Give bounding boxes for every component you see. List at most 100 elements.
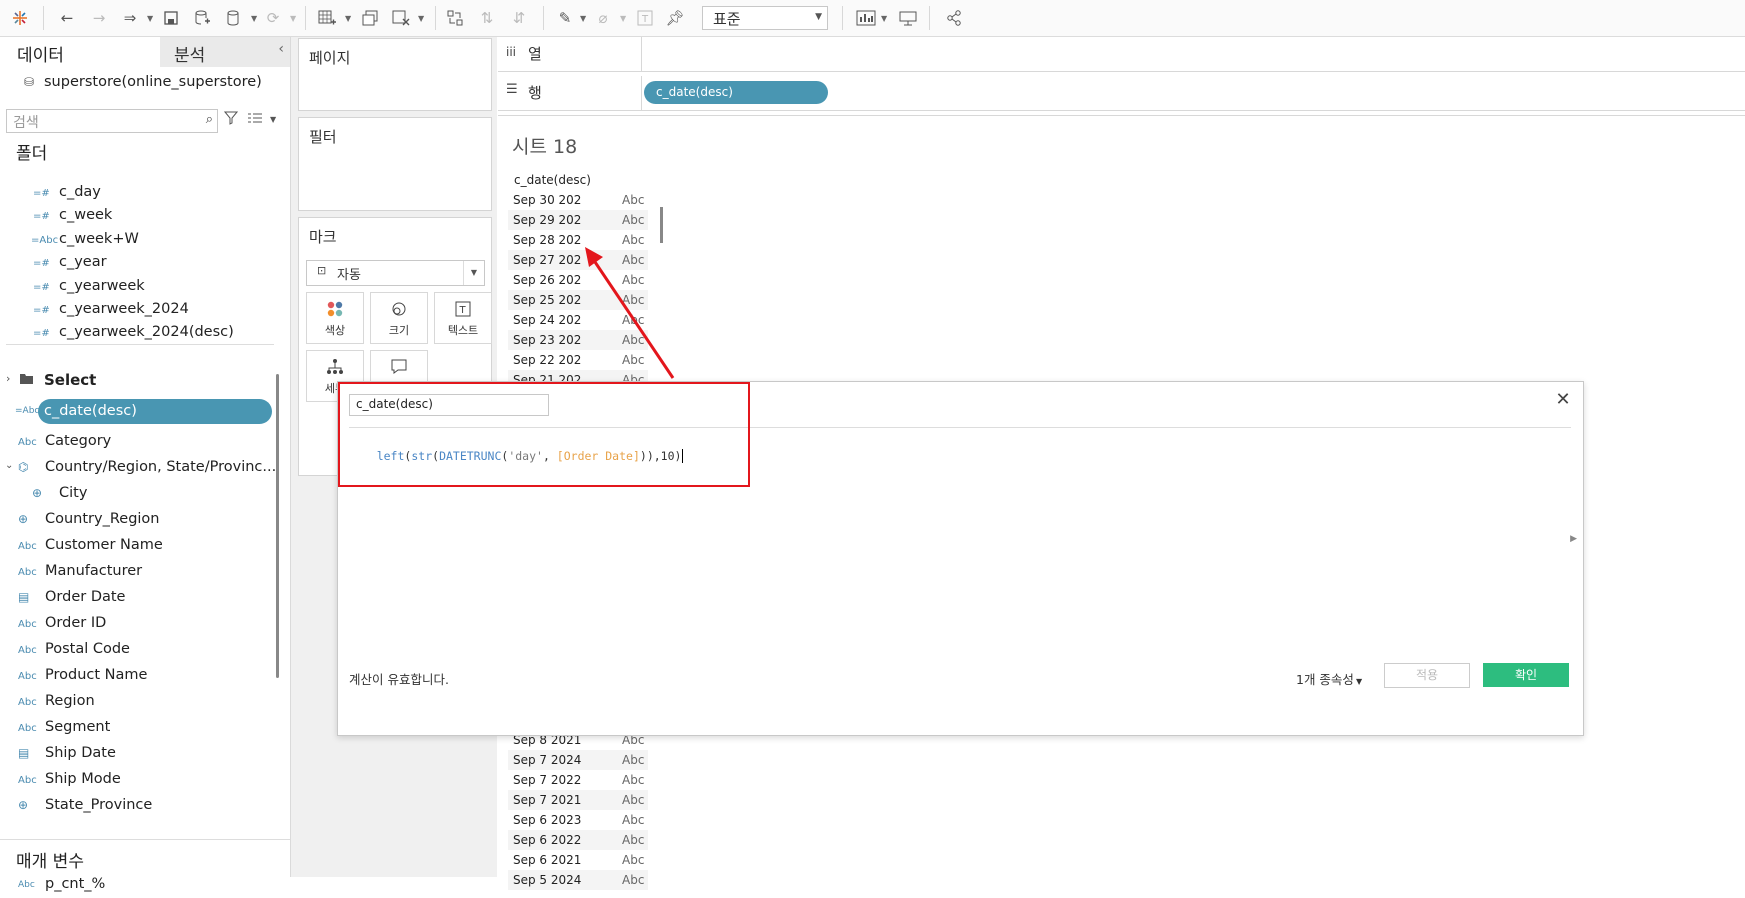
collapse-icon[interactable]: ‹ — [278, 41, 284, 57]
chevron-right-icon[interactable]: › — [6, 372, 10, 385]
folder-field-item[interactable]: =# c_yearweek_2024(desc) — [0, 322, 280, 346]
filter-icon[interactable] — [223, 111, 239, 129]
redo-icon[interactable]: ⇒ — [119, 8, 141, 28]
field-label: c_year — [59, 254, 107, 271]
field-item[interactable]: Abc Ship Mode — [0, 768, 280, 792]
filters-shelf[interactable]: 필터 — [298, 117, 492, 211]
field-item[interactable]: Abc Order ID — [0, 612, 280, 636]
row-header-value: Sep 28 202 — [513, 233, 582, 247]
text-button[interactable]: T 텍스트 — [434, 292, 492, 344]
pages-shelf-title: 페이지 — [309, 49, 351, 67]
save-icon[interactable] — [160, 8, 182, 28]
folder-field-item[interactable]: =# c_day — [0, 182, 280, 206]
new-worksheet-icon[interactable] — [316, 8, 338, 28]
param-label: p_cnt_% — [45, 876, 106, 892]
toolbar-separator — [543, 6, 544, 30]
field-label: Segment — [45, 719, 111, 735]
selected-field-pill[interactable]: c_date(desc) — [38, 399, 272, 424]
apply-button[interactable]: 적용 — [1384, 663, 1470, 688]
params-header: 매개 변수 — [16, 852, 84, 872]
pages-shelf[interactable]: 페이지 — [298, 38, 492, 111]
field-label: Customer Name — [45, 537, 163, 553]
label-icon[interactable]: T — [634, 8, 656, 28]
folder-field-item[interactable]: =# c_year — [0, 252, 280, 276]
field-item[interactable]: ⊕ State_Province — [0, 794, 280, 818]
forward-icon[interactable]: → — [88, 8, 110, 28]
field-item[interactable]: Abc Region — [0, 690, 280, 714]
rows-shelf[interactable]: ☰ 행 c_date(desc) — [498, 76, 1745, 111]
group-icon[interactable]: ⌀ — [592, 8, 614, 28]
columns-shelf[interactable]: iii 열 — [498, 37, 1745, 72]
row-header-value: Sep 6 2021 — [513, 853, 582, 867]
annotation-arrow-line — [591, 258, 675, 379]
swap-icon[interactable] — [444, 8, 466, 28]
clear-sheet-icon[interactable] — [390, 8, 412, 28]
calc-string-icon: =Abc — [15, 406, 40, 416]
selected-field-label: c_date(desc) — [44, 403, 137, 419]
row-header-value: Sep 26 202 — [513, 273, 582, 287]
field-item[interactable]: ▤ Ship Date — [0, 742, 280, 766]
color-button[interactable]: 색상 — [306, 292, 364, 344]
folder-field-item[interactable]: =# c_yearweek — [0, 276, 280, 300]
chevron-down-icon[interactable]: ▼ — [251, 14, 257, 23]
field-item[interactable]: ⌄ ⌬ Country/Region, State/Provinc... — [0, 456, 280, 480]
duplicate-icon[interactable] — [359, 8, 381, 28]
chevron-down-icon[interactable]: ⌄ — [5, 460, 13, 471]
size-button[interactable]: 크기 — [370, 292, 428, 344]
search-icon: ⌕ — [205, 112, 213, 127]
field-item[interactable]: Abc Segment — [0, 716, 280, 740]
pin-icon[interactable]: 📌︎ — [664, 8, 686, 28]
chevron-down-icon[interactable]: ▼ — [345, 14, 351, 23]
string-type-icon: Abc — [18, 697, 37, 708]
tab-analysis[interactable]: 분석 ‹ — [160, 37, 290, 67]
share-icon[interactable] — [943, 8, 965, 28]
field-item[interactable]: Abc Product Name — [0, 664, 280, 688]
tab-data[interactable]: 데이터 — [0, 37, 160, 67]
back-icon[interactable]: ← — [56, 8, 78, 28]
close-icon[interactable]: ✕ — [1551, 388, 1575, 412]
search-input[interactable]: 검색 ⌕ — [6, 109, 218, 133]
presentation-mode-value: 표준 — [713, 10, 741, 28]
refresh-icon[interactable]: ⟳ — [262, 8, 284, 28]
tableau-logo-icon[interactable] — [9, 8, 31, 28]
folder-field-item[interactable]: =# c_week — [0, 205, 280, 229]
rows-pill-c-date-desc[interactable]: c_date(desc) — [644, 81, 828, 104]
table-scrollbar-thumb[interactable] — [660, 207, 663, 243]
view-list-icon[interactable] — [247, 111, 263, 129]
new-datasource-icon[interactable] — [191, 8, 213, 28]
mark-type-dropdown[interactable]: ⊡ 자동 ▼ — [306, 260, 485, 286]
chevron-down-icon[interactable]: ▼ — [580, 14, 586, 23]
field-item[interactable]: Abc Postal Code — [0, 638, 280, 662]
sort-desc-icon[interactable]: ⇵ — [508, 8, 530, 28]
ok-button[interactable]: 확인 — [1483, 663, 1569, 687]
datasource-icon[interactable] — [223, 8, 245, 28]
show-me-icon[interactable] — [855, 8, 877, 28]
field-item[interactable]: ⊕ City — [0, 482, 280, 506]
field-item[interactable]: Abc Manufacturer — [0, 560, 280, 584]
chevron-down-icon: ▼ — [1355, 677, 1363, 686]
chevron-down-icon[interactable]: ▼ — [270, 115, 276, 124]
rows-shelf-label: 행 — [528, 84, 542, 102]
chevron-down-icon[interactable]: ▼ — [147, 14, 153, 23]
presentation-mode-select[interactable]: 표준 ▼ — [702, 6, 828, 30]
param-item-p-cnt[interactable]: Abc p_cnt_% — [0, 874, 280, 898]
chevron-down-icon[interactable]: ▼ — [881, 14, 887, 23]
present-icon[interactable] — [897, 8, 919, 28]
highlight-icon[interactable]: ✎ — [554, 8, 576, 28]
dependencies-dropdown[interactable]: 1개 종속성 ▼ — [1296, 669, 1362, 688]
cell-value: Abc — [622, 753, 645, 767]
tab-analysis-label: 분석 — [174, 46, 206, 66]
field-item[interactable]: ▤ Order Date — [0, 586, 280, 610]
field-item[interactable]: Abc Category — [0, 430, 280, 454]
scrollbar-thumb[interactable] — [276, 374, 279, 678]
folder-field-item[interactable]: =Abc c_week+W — [0, 229, 280, 253]
sort-asc-icon[interactable]: ⇅ — [476, 8, 498, 28]
field-item[interactable]: ⊕ Country_Region — [0, 508, 280, 532]
chevron-down-icon[interactable]: ▼ — [418, 14, 424, 23]
folder-field-item[interactable]: =# c_yearweek_2024 — [0, 299, 280, 323]
folder-select[interactable]: › Select — [0, 369, 280, 393]
expand-panel-icon[interactable]: ▶ — [1570, 534, 1577, 544]
table-row: Sep 29 202 Abc — [508, 210, 648, 230]
field-item-c-date-desc[interactable]: =Abc c_date(desc) — [0, 399, 280, 425]
field-item[interactable]: Abc Customer Name — [0, 534, 280, 558]
